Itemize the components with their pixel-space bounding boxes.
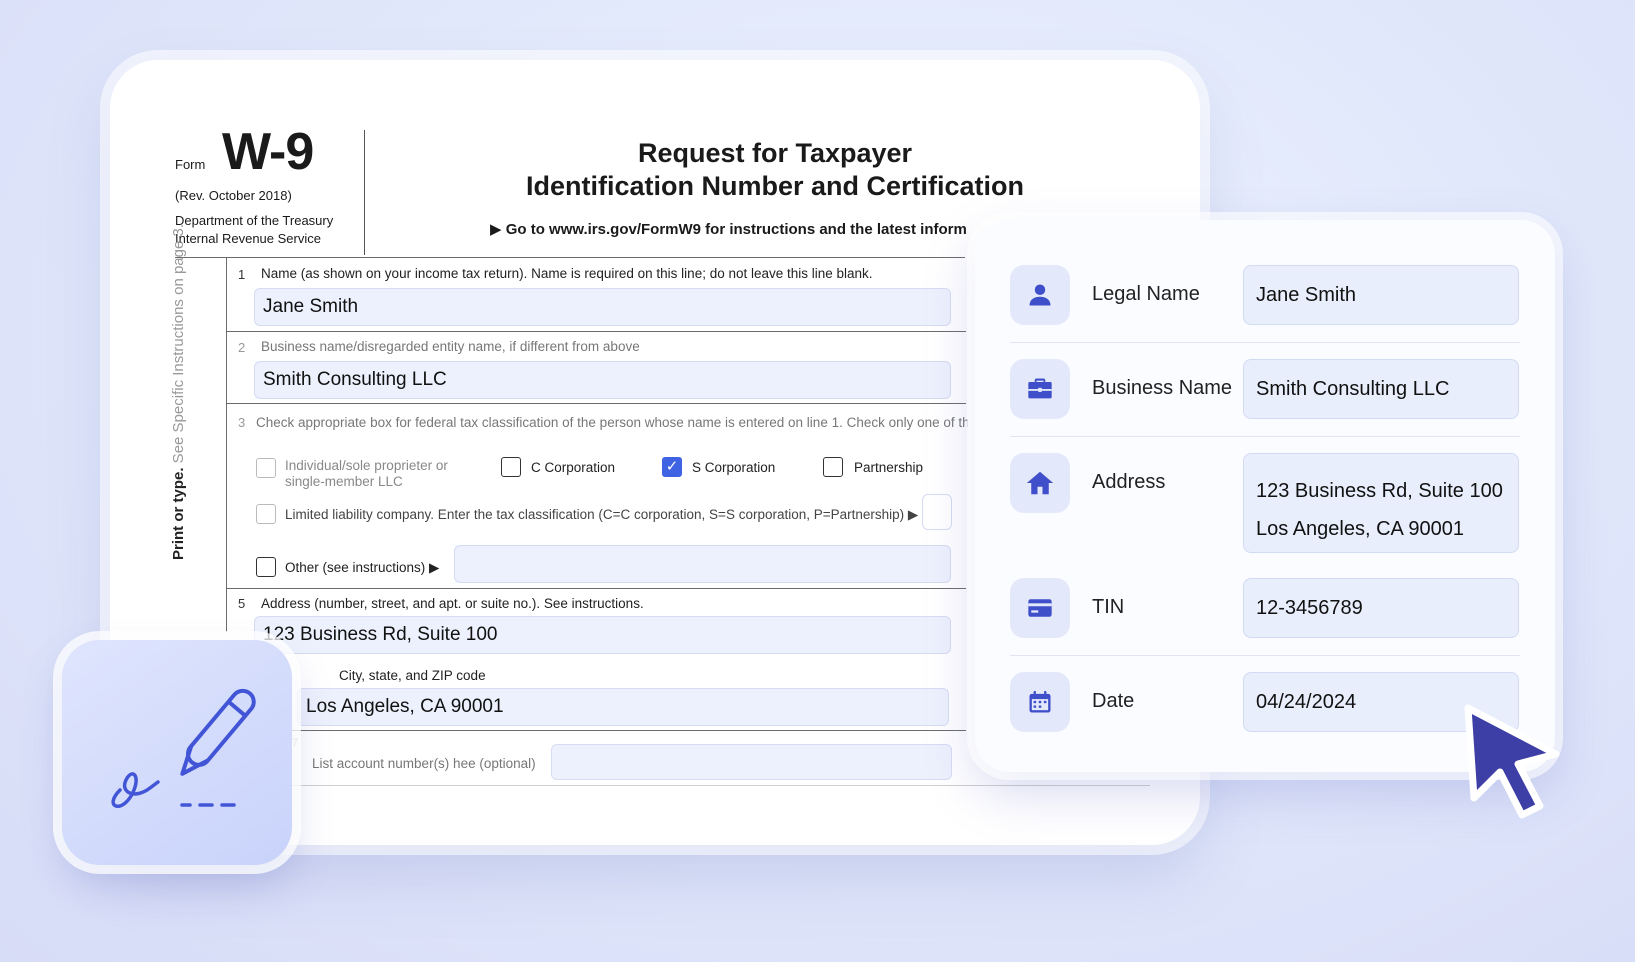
line-7-label: List account number(s) hee (optional) (312, 756, 536, 771)
title-line-2: Identification Number and Certification (525, 171, 1025, 201)
divider (290, 730, 966, 731)
form-word: Form (175, 157, 206, 172)
title-line-1: Request for Taxpayer (637, 138, 913, 168)
date-label: Date (1092, 690, 1135, 712)
card-icon (1010, 578, 1070, 638)
mouse-cursor-icon (1460, 702, 1570, 827)
panel-row-tin: TIN 12-3456789 (1010, 578, 1520, 638)
home-icon (1010, 453, 1070, 513)
business-name-field[interactable]: Smith Consulting LLC (254, 361, 951, 399)
line-5-label: Address (number, street, and apt. or sui… (261, 596, 644, 611)
other-field[interactable] (454, 545, 951, 583)
person-icon (1010, 265, 1070, 325)
print-or-type-label: Print or type. (170, 467, 187, 560)
business-name-label: Business Name (1092, 377, 1233, 399)
panel-row-date: Date 04/24/2024 (1010, 672, 1520, 732)
line-1-number: 1 (238, 267, 246, 282)
panel-divider (1010, 436, 1520, 437)
form-revision: (Rev. October 2018) (175, 188, 292, 203)
panel-divider (1010, 655, 1520, 656)
briefcase-icon (1010, 359, 1070, 419)
other-label: Other (see instructions) ▶ (285, 560, 440, 575)
print-or-type-note: Print or type. See Specific Instructions… (170, 224, 187, 560)
c-corporation-checkbox[interactable] (501, 457, 521, 477)
llc-label: Limited liability company. Enter the tax… (285, 507, 919, 522)
partnership-label: Partnership (854, 460, 924, 475)
specific-instructions-label: See Specific Instructions on page 3. (170, 224, 187, 464)
c-corporation-label: C Corporation (531, 460, 616, 475)
legal-name-value[interactable]: Jane Smith (1243, 265, 1519, 325)
header-divider (364, 130, 365, 255)
legal-name-label: Legal Name (1092, 283, 1200, 305)
llc-checkbox[interactable] (256, 504, 276, 524)
line-7-number: 7 (292, 737, 299, 749)
line-2-label: Business name/disregarded entity name, i… (261, 339, 640, 354)
tin-value[interactable]: 12-3456789 (1243, 578, 1519, 638)
line-6-label: City, state, and ZIP code (339, 668, 486, 683)
panel-row-business-name: Business Name Smith Consulting LLC (1010, 359, 1520, 419)
address-label: Address (1092, 471, 1166, 493)
account-number-field[interactable] (551, 744, 952, 780)
s-corporation-checkbox[interactable]: ✓ (662, 457, 682, 477)
panel-divider (1010, 342, 1520, 343)
divider (290, 785, 1150, 786)
line-3-number: 3 (238, 415, 246, 430)
tin-label: TIN (1092, 596, 1125, 618)
address-line-2: Los Angeles, CA 90001 (1256, 518, 1464, 540)
address-field[interactable]: 123 Business Rd, Suite 100 (254, 616, 951, 654)
department-line: Department of the Treasury (175, 213, 334, 228)
other-checkbox[interactable] (256, 557, 276, 577)
divider (175, 257, 965, 258)
form-number: W-9 (222, 123, 314, 181)
individual-label: Individual/sole proprieter or single-mem… (285, 458, 448, 489)
signature-pen-icon (111, 688, 256, 808)
name-field[interactable]: Jane Smith (254, 288, 951, 326)
form-department: Department of the Treasury Internal Reve… (175, 212, 365, 248)
business-name-value[interactable]: Smith Consulting LLC (1243, 359, 1519, 419)
address-value[interactable]: 123 Business Rd, Suite 100 Los Angeles, … (1243, 453, 1519, 553)
individual-checkbox[interactable] (256, 458, 276, 478)
llc-classification-field[interactable] (922, 494, 952, 530)
divider (226, 588, 966, 589)
divider (226, 331, 966, 332)
line-2-number: 2 (238, 340, 246, 355)
calendar-icon (1010, 672, 1070, 732)
signature-button[interactable] (62, 640, 292, 865)
left-rule (226, 257, 227, 632)
partnership-checkbox[interactable] (823, 457, 843, 477)
instructions-link-text: ▶ Go to www.irs.gov/FormW9 for instructi… (490, 221, 967, 238)
checkmark-icon: ✓ (665, 458, 679, 475)
line-1-label: Name (as shown on your income tax return… (261, 266, 873, 281)
form-title: Request for Taxpayer Identification Numb… (520, 137, 1030, 203)
panel-row-legal-name: Legal Name Jane Smith (1010, 265, 1520, 325)
s-corporation-label: S Corporation (692, 460, 776, 475)
irs-line: Internal Revenue Service (175, 231, 321, 246)
line-3-label: Check appropriate box for federal tax cl… (256, 415, 968, 430)
address-line-1: 123 Business Rd, Suite 100 (1256, 480, 1503, 502)
city-state-zip-field[interactable]: Los Angeles, CA 90001 (297, 688, 949, 726)
line-5-number: 5 (238, 596, 246, 611)
panel-row-address: Address 123 Business Rd, Suite 100 Los A… (1010, 453, 1520, 553)
divider (226, 403, 966, 404)
